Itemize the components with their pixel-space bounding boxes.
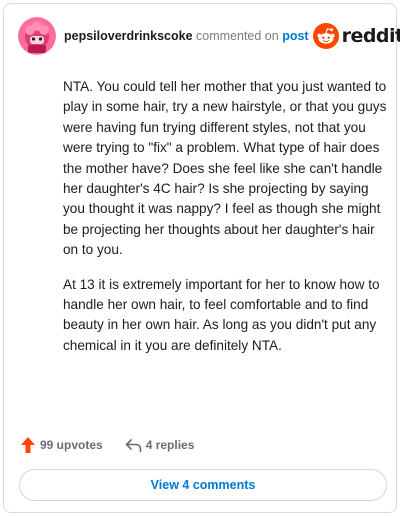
view-comments-button[interactable]: View 4 comments bbox=[19, 469, 387, 501]
comment-header: pepsiloverdrinkscoke commented on post r… bbox=[18, 16, 400, 56]
reply-count: 4 replies bbox=[145, 438, 195, 452]
commented-on-text: commented on bbox=[196, 29, 279, 43]
comment-card: pepsiloverdrinkscoke commented on post r… bbox=[3, 3, 400, 513]
reply-arrow-icon bbox=[125, 438, 142, 452]
byline: pepsiloverdrinkscoke commented on post bbox=[64, 29, 309, 43]
comment-actions: 99 upvotes 4 replies bbox=[20, 436, 194, 454]
post-link[interactable]: post bbox=[282, 29, 308, 43]
upvote-button[interactable]: 99 upvotes bbox=[20, 436, 103, 454]
reddit-brand[interactable]: reddit bbox=[312, 23, 400, 49]
replies-button[interactable]: 4 replies bbox=[125, 438, 195, 453]
upvote-arrow-icon bbox=[21, 437, 35, 453]
reddit-wordmark: reddit bbox=[341, 25, 400, 47]
upvote-count: 99 upvotes bbox=[40, 438, 103, 452]
user-avatar[interactable] bbox=[18, 17, 56, 55]
comment-paragraph: At 13 it is extremely important for her … bbox=[63, 276, 380, 353]
reddit-logo-icon bbox=[312, 23, 339, 49]
comment-paragraph: NTA. You could tell her mother that you … bbox=[63, 79, 387, 258]
comment-body: NTA. You could tell her mother that you … bbox=[63, 77, 393, 370]
username-link[interactable]: pepsiloverdrinkscoke bbox=[64, 29, 193, 43]
